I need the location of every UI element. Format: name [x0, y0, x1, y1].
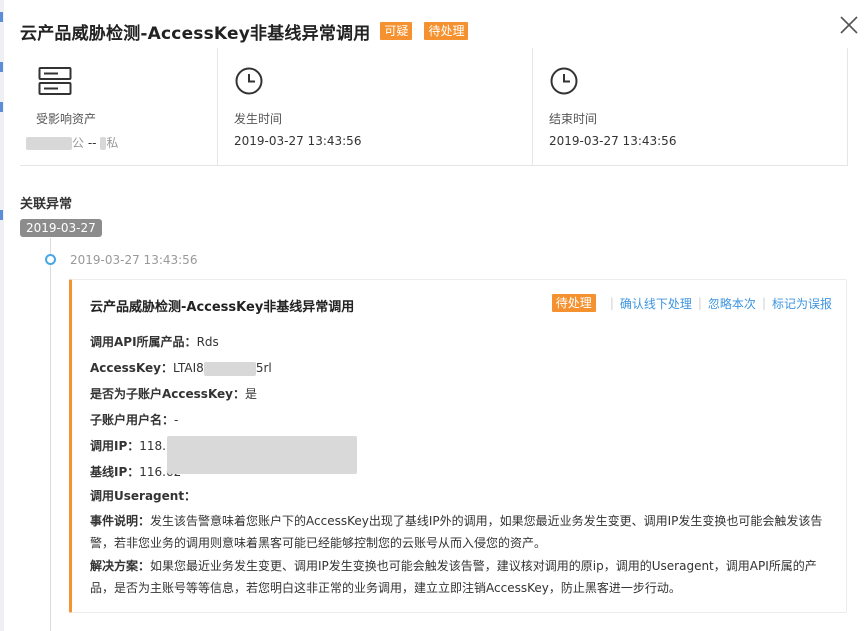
- summary-cards: 受影响资产 公 -- 私 发生时间 2019-03-27 13:43:56 结束…: [20, 48, 848, 166]
- event-title: 云产品威胁检测-AccessKey非基线异常调用: [90, 300, 355, 315]
- api-product-row: 调用API所属产品：Rds: [90, 335, 219, 349]
- close-icon[interactable]: [838, 14, 860, 36]
- ignore-once-link[interactable]: 忽略本次: [708, 295, 756, 312]
- event-status-tag: 待处理: [551, 294, 596, 312]
- clock-icon: [235, 67, 263, 95]
- start-time-value: 2019-03-27 13:43:56: [234, 134, 362, 148]
- redacted-public-ip: [26, 137, 72, 150]
- timeline-dot: [45, 254, 56, 265]
- server-icon: [38, 67, 72, 95]
- event-description: 事件说明：发生该告警意味着您账户下的AccessKey出现了基线IP外的调用，如…: [90, 514, 823, 550]
- timeline-time: 2019-03-27 13:43:56: [70, 253, 198, 267]
- redacted-accesskey: [203, 361, 256, 376]
- event-actions: 待处理 | 确认线下处理 | 忽略本次 | 标记为误报: [551, 294, 832, 312]
- start-time-label: 发生时间: [234, 112, 283, 126]
- timeline-date-badge: 2019-03-27: [20, 219, 102, 237]
- confirm-offline-link[interactable]: 确认线下处理: [620, 295, 692, 312]
- end-time-label: 结束时间: [549, 112, 598, 126]
- dialog-title: 云产品威胁检测-AccessKey非基线异常调用: [20, 23, 371, 44]
- dialog-header: 云产品威胁检测-AccessKey非基线异常调用 可疑 待处理: [20, 14, 814, 48]
- event-solution: 解决方案：如果您最近业务发生变更、调用IP发生变换也可能会触发该告警，建议核对调…: [90, 559, 817, 595]
- mark-false-positive-link[interactable]: 标记为误报: [772, 295, 832, 312]
- event-card: 云产品威胁检测-AccessKey非基线异常调用 待处理 | 确认线下处理 | …: [69, 279, 847, 613]
- related-anomalies-title: 关联异常: [20, 197, 73, 212]
- useragent-row: 调用Useragent：: [90, 489, 197, 503]
- start-time-card: 发生时间 2019-03-27 13:43:56: [218, 48, 533, 166]
- subuser-row: 子账户用户名：-: [90, 413, 179, 427]
- pending-tag: 待处理: [424, 22, 469, 40]
- timeline-line: [50, 238, 51, 631]
- clock-icon: [550, 67, 578, 95]
- subaccount-row: 是否为子账户AccessKey：是: [90, 387, 258, 401]
- background-page-edge: [0, 0, 4, 631]
- end-time-card: 结束时间 2019-03-27 13:43:56: [533, 48, 848, 166]
- asset-card: 受影响资产 公 -- 私: [20, 48, 218, 166]
- asset-label: 受影响资产: [36, 112, 97, 126]
- asset-value: 公 -- 私: [26, 134, 118, 151]
- redacted-ip-block: [167, 436, 357, 474]
- suspicious-tag: 可疑: [380, 22, 413, 40]
- end-time-value: 2019-03-27 13:43:56: [549, 134, 677, 148]
- accesskey-row: AccessKey：LTAI8 5rl: [90, 361, 272, 376]
